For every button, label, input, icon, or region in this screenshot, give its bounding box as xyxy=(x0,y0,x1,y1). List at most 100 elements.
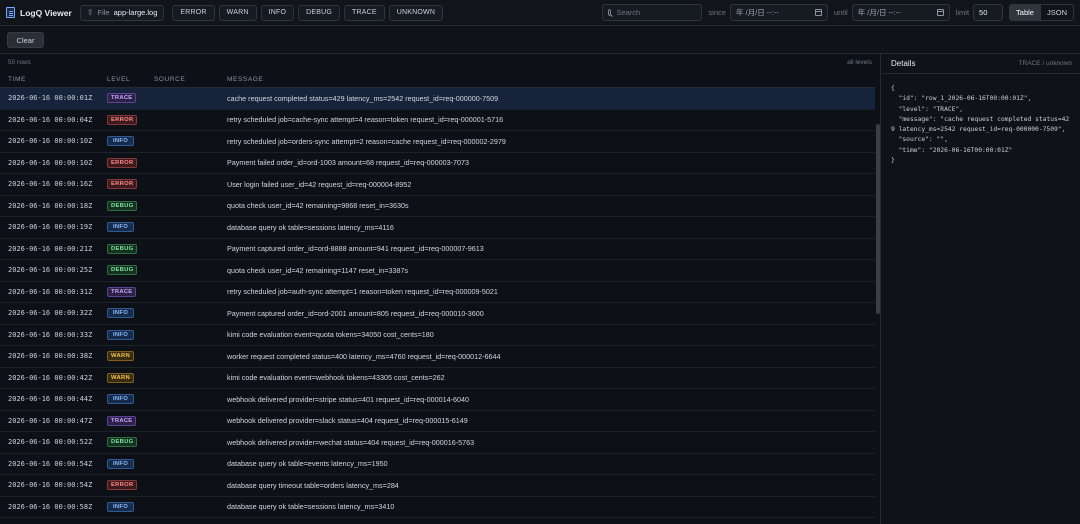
row-time: 2026-06-16 00:00:33Z xyxy=(8,330,93,339)
level-filter-info[interactable]: INFO xyxy=(260,4,295,21)
row-message: webhook delivered provider=slack status=… xyxy=(227,416,468,426)
level-badge: INFO xyxy=(107,501,134,512)
row-time: 2026-06-16 00:00:10Z xyxy=(8,158,93,167)
table-scrollbar[interactable] xyxy=(876,124,880,314)
row-time: 2026-06-16 00:00:58Z xyxy=(8,502,93,511)
level-badge: INFO xyxy=(107,394,134,405)
row-time: 2026-06-16 00:00:54Z xyxy=(8,481,93,490)
level-badge: ERROR xyxy=(107,480,138,491)
until-datetime-input[interactable]: 年 /月/日 --:-- xyxy=(851,4,950,21)
table-row[interactable]: 2026-06-16 00:00:16Z ERROR User login fail… xyxy=(0,174,875,196)
file-label: File xyxy=(97,8,110,17)
file-picker-button[interactable]: ⇪ File app-large.log xyxy=(79,4,165,21)
table-row[interactable]: 2026-06-16 00:00:42Z WARN kimi code evalua… xyxy=(0,368,875,389)
column-header-level[interactable]: LEVEL xyxy=(107,76,130,83)
row-time: 2026-06-16 00:00:21Z xyxy=(8,244,93,253)
table-row[interactable]: 2026-06-16 00:00:25Z DEBUG quota check use… xyxy=(0,260,875,282)
row-time: 2026-06-16 00:00:19Z xyxy=(8,223,93,232)
table-row[interactable]: 2026-06-16 00:00:01Z TRACE cache request c… xyxy=(0,88,875,110)
row-message: quota check user_id=42 remaining=1147 re… xyxy=(227,265,409,275)
row-time: 2026-06-16 00:00:16Z xyxy=(8,180,93,189)
table-row[interactable]: 2026-06-16 00:00:10Z INFO retry scheduled … xyxy=(0,131,875,153)
row-message: Payment failed order_id=ord-1003 amount=… xyxy=(227,158,469,168)
row-time: 2026-06-16 00:00:44Z xyxy=(8,395,93,404)
since-datetime-input[interactable]: 年 /月/日 --:-- xyxy=(729,4,828,21)
level-badge: INFO xyxy=(107,329,134,340)
level-badge: DEBUG xyxy=(107,265,138,276)
log-table-panel: 50 rows all levels TIME LEVEL SOURCE MES… xyxy=(0,54,881,524)
details-json: { "id": "row_1_2026-06-16T00:00:01Z", "l… xyxy=(891,85,1070,165)
table-row[interactable]: 2026-06-16 00:00:31Z TRACE retry scheduled… xyxy=(0,282,875,303)
limit-label: limit xyxy=(955,8,970,17)
upload-icon: ⇪ xyxy=(86,8,94,17)
level-badge: ERROR xyxy=(107,114,138,125)
table-row[interactable]: 2026-06-16 00:00:33Z INFO kimi code evalua… xyxy=(0,325,875,346)
table-meta: 50 rows all levels xyxy=(0,54,880,71)
level-filter-debug[interactable]: DEBUG xyxy=(298,4,341,21)
app-brand: LogQ Viewer xyxy=(6,7,72,18)
view-json-button[interactable]: JSON xyxy=(1039,5,1073,20)
table-row[interactable]: 2026-06-16 00:00:58Z INFO database query o… xyxy=(0,497,875,518)
column-header-time[interactable]: TIME xyxy=(8,76,26,83)
table-body: 2026-06-16 00:00:01Z TRACE cache request c… xyxy=(0,88,880,518)
row-count: 50 rows xyxy=(8,59,31,66)
column-header-source[interactable]: SOURCE xyxy=(154,76,185,83)
column-header-message[interactable]: MESSAGE xyxy=(227,76,263,83)
table-row[interactable]: 2026-06-16 00:00:10Z ERROR Payment failed … xyxy=(0,153,875,174)
row-message: retry scheduled job=orders-sync attempt=… xyxy=(227,136,506,146)
level-filter-error[interactable]: ERROR xyxy=(172,4,215,21)
level-badge: INFO xyxy=(107,458,134,469)
level-badge: DEBUG xyxy=(107,200,138,211)
search-icon xyxy=(608,9,612,16)
row-message: kimi code evaluation event=quota tokens=… xyxy=(227,330,434,340)
view-table-button[interactable]: Table xyxy=(1010,5,1040,20)
since-label: since xyxy=(708,8,726,17)
row-message: Payment captured order_id=ord-8888 amoun… xyxy=(227,244,484,254)
row-time: 2026-06-16 00:00:04Z xyxy=(8,115,93,124)
table-row[interactable]: 2026-06-16 00:00:47Z TRACE webhook deliver… xyxy=(0,411,875,432)
search-input[interactable] xyxy=(616,8,697,17)
calendar-icon[interactable] xyxy=(814,9,822,16)
details-subtitle: TRACE / unknown xyxy=(1018,60,1072,67)
level-badge: TRACE xyxy=(107,415,137,426)
level-badge: DEBUG xyxy=(107,243,138,254)
level-filter-trace[interactable]: TRACE xyxy=(344,4,385,21)
row-message: retry scheduled job=auth-sync attempt=1 … xyxy=(227,287,498,297)
level-filter-unknown[interactable]: UNKNOWN xyxy=(388,4,444,21)
search-box[interactable] xyxy=(602,4,703,21)
since-value: 年 /月/日 --:-- xyxy=(735,8,779,17)
row-message: database query timeout table=orders late… xyxy=(227,480,399,490)
level-badge: ERROR xyxy=(107,157,138,168)
row-message: retry scheduled job=cache-sync attempt=4… xyxy=(227,115,504,125)
table-row[interactable]: 2026-06-16 00:00:04Z ERROR retry scheduled… xyxy=(0,110,875,131)
table-row[interactable]: 2026-06-16 00:00:32Z INFO Payment captured… xyxy=(0,303,875,325)
table-row[interactable]: 2026-06-16 00:00:19Z INFO database query o… xyxy=(0,217,875,239)
table-row[interactable]: 2026-06-16 00:00:54Z ERROR database query … xyxy=(0,475,875,497)
table-row[interactable]: 2026-06-16 00:00:18Z DEBUG quota check use… xyxy=(0,196,875,217)
row-time: 2026-06-16 00:00:52Z xyxy=(8,438,93,447)
table-row[interactable]: 2026-06-16 00:00:44Z INFO webhook delivere… xyxy=(0,389,875,411)
table-row[interactable]: 2026-06-16 00:00:52Z DEBUG webhook deliver… xyxy=(0,432,875,454)
level-badge: TRACE xyxy=(107,286,137,297)
calendar-icon[interactable] xyxy=(936,9,944,16)
clear-button[interactable]: Clear xyxy=(7,32,44,48)
row-message: quota check user_id=42 remaining=9868 re… xyxy=(227,201,409,211)
level-filter-warn[interactable]: WARN xyxy=(218,4,257,21)
row-time: 2026-06-16 00:00:42Z xyxy=(8,373,93,382)
row-message: webhook delivered provider=wechat status… xyxy=(227,437,475,447)
table-row[interactable]: 2026-06-16 00:00:38Z WARN worker request c… xyxy=(0,346,875,368)
row-time: 2026-06-16 00:00:31Z xyxy=(8,287,93,296)
table-row[interactable]: 2026-06-16 00:00:54Z INFO database query o… xyxy=(0,454,875,475)
details-header: Details TRACE / unknown xyxy=(882,54,1080,74)
until-value: 年 /月/日 --:-- xyxy=(857,8,901,17)
level-badge: INFO xyxy=(107,308,134,319)
limit-input[interactable]: 50 xyxy=(973,4,1004,21)
table-row[interactable]: 2026-06-16 00:00:21Z DEBUG Payment capture… xyxy=(0,239,875,260)
table-header: TIME LEVEL SOURCE MESSAGE xyxy=(0,71,875,88)
level-badge: TRACE xyxy=(107,93,137,104)
row-time: 2026-06-16 00:00:10Z xyxy=(8,137,93,146)
row-message: database query ok table=events latency_m… xyxy=(227,459,388,469)
row-time: 2026-06-16 00:00:32Z xyxy=(8,309,93,318)
level-badge: INFO xyxy=(107,136,134,147)
level-badge: INFO xyxy=(107,222,134,233)
